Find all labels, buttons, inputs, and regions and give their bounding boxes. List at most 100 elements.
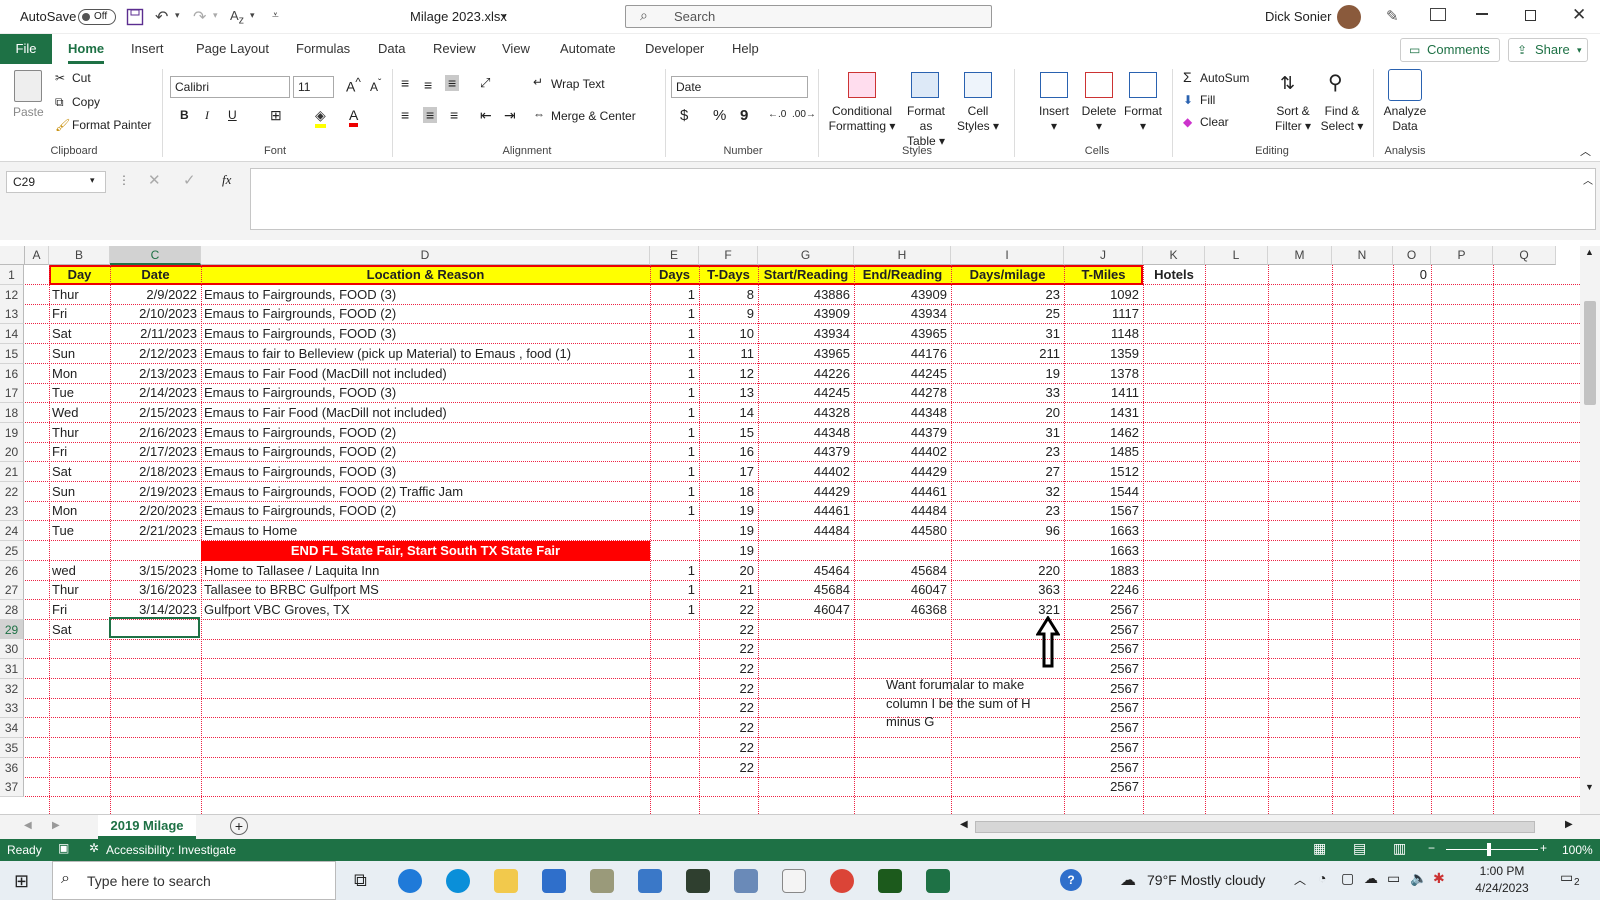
cell-end[interactable]: 43934 (854, 304, 951, 324)
cell-location[interactable]: Emaus to Fairgrounds, FOOD (3) (201, 285, 650, 305)
cell-days-milage[interactable]: 23 (951, 285, 1064, 305)
cell-o1[interactable]: 0 (1393, 265, 1431, 285)
row-header-24[interactable]: 24 (0, 521, 24, 542)
cell-t-days[interactable]: 15 (699, 423, 758, 443)
cell-t-days[interactable]: 10 (699, 324, 758, 344)
column-header-m[interactable]: M (1268, 246, 1332, 265)
wrap-text-button[interactable]: Wrap Text (551, 77, 605, 91)
cell-day[interactable]: Sat (49, 620, 110, 640)
redo-dropdown-icon[interactable]: ▾ (213, 10, 218, 21)
tab-formulas[interactable]: Formulas (296, 41, 350, 56)
cell-days-milage[interactable]: 27 (951, 462, 1064, 482)
align-center-icon[interactable]: ≡ (423, 107, 438, 123)
font-name-dropdown[interactable]: Calibri (170, 76, 290, 98)
cell-start[interactable]: 45684 (758, 580, 854, 600)
formula-input[interactable] (250, 168, 1596, 230)
middle-align-icon[interactable]: ≡ (424, 77, 432, 93)
fill-color-icon[interactable]: ◈ (315, 107, 326, 128)
cell-t-days[interactable]: 11 (699, 344, 758, 364)
cell-days[interactable]: 1 (650, 482, 699, 502)
confirm-entry-icon[interactable]: ✓ (183, 171, 196, 189)
cell-start[interactable]: 44226 (758, 364, 854, 384)
windows-start-icon[interactable]: ⊞ (14, 871, 29, 892)
file-explorer-icon[interactable] (494, 869, 518, 893)
cell-t-miles[interactable]: 2567 (1064, 758, 1143, 778)
font-size-dropdown[interactable]: 11 (293, 76, 334, 98)
redo-icon[interactable]: ↷ (193, 7, 206, 27)
format-cells-button[interactable]: Format ▾ (1117, 104, 1169, 134)
cell-days-milage[interactable]: 96 (951, 521, 1064, 541)
conditional-formatting-icon[interactable] (848, 72, 876, 98)
photos-icon[interactable] (638, 869, 662, 893)
delete-cells-button[interactable]: Delete ▾ (1075, 104, 1123, 134)
cell-location[interactable]: Emaus to Fairgrounds, FOOD (3) (201, 462, 650, 482)
zoom-slider[interactable] (1446, 849, 1538, 850)
row-header-13[interactable]: 13 (0, 304, 24, 325)
analyze-data-icon[interactable] (1388, 69, 1422, 101)
tab-review[interactable]: Review (433, 41, 476, 56)
cell-t-miles[interactable]: 1512 (1064, 462, 1143, 482)
column-header-d[interactable]: D (201, 246, 650, 265)
cell-start[interactable]: 44245 (758, 383, 854, 403)
cell-date[interactable]: 2/13/2023 (110, 364, 201, 384)
tab-automate[interactable]: Automate (560, 41, 616, 56)
save-icon[interactable] (126, 8, 144, 26)
scroll-left-icon[interactable]: ◀ (960, 819, 968, 830)
cell-location[interactable]: Emaus to Fairgrounds, FOOD (3) (201, 324, 650, 344)
column-header-b[interactable]: B (49, 246, 110, 265)
note-textbox[interactable]: Want forumalar to make column I be the s… (886, 676, 1051, 732)
tab-developer[interactable]: Developer (645, 41, 704, 56)
cell-date[interactable]: 3/16/2023 (110, 580, 201, 600)
cell-date[interactable]: 2/18/2023 (110, 462, 201, 482)
formula-options-icon[interactable]: ⋮ (118, 173, 130, 187)
cell-date[interactable]: 2/20/2023 (110, 501, 201, 521)
tab-data[interactable]: Data (378, 41, 405, 56)
cell-styles-icon[interactable] (964, 72, 992, 98)
cell-day[interactable]: Tue (49, 521, 110, 541)
cell-t-days[interactable]: 12 (699, 364, 758, 384)
network-icon[interactable]: ◔ (1318, 870, 1326, 886)
cell-days[interactable]: 1 (650, 423, 699, 443)
cell-start[interactable]: 43965 (758, 344, 854, 364)
cell-days[interactable]: 1 (650, 442, 699, 462)
cell-day[interactable]: Sun (49, 344, 110, 364)
insert-cells-icon[interactable] (1040, 72, 1068, 98)
header-cell-start[interactable]: Start/Reading (758, 265, 854, 285)
increase-indent-icon[interactable]: ⇥ (504, 107, 516, 124)
cancel-entry-icon[interactable]: ✕ (148, 171, 161, 189)
user-name[interactable]: Dick Sonier (1265, 9, 1331, 24)
header-cell-t-days[interactable]: T-Days (699, 265, 758, 285)
scroll-up-icon[interactable]: ▲ (1585, 247, 1594, 257)
cell-days[interactable]: 1 (650, 383, 699, 403)
header-cell-days-milage[interactable]: Days/milage (951, 265, 1064, 285)
ribbon-display-icon[interactable] (1430, 8, 1446, 21)
cell-t-days[interactable]: 22 (699, 698, 758, 718)
format-as-table-button[interactable]: Format as Table ▾ (900, 104, 952, 149)
cell-t-miles[interactable]: 1485 (1064, 442, 1143, 462)
header-cell-hotels[interactable]: Hotels (1143, 265, 1205, 285)
copy-icon[interactable]: ⧉ (55, 95, 64, 110)
sort-filter-button[interactable]: Sort & Filter ▾ (1270, 104, 1316, 134)
scroll-down-icon[interactable]: ▼ (1585, 782, 1594, 792)
zoom-out-icon[interactable]: − (1428, 841, 1435, 855)
cell-end[interactable]: 44245 (854, 364, 951, 384)
sort-filter-icon[interactable]: ⇅ (1280, 73, 1295, 94)
clock-time[interactable]: 1:00 PM (1467, 864, 1537, 878)
cell-day[interactable]: wed (49, 561, 110, 581)
row-header-23[interactable]: 23 (0, 501, 24, 522)
cut-icon[interactable]: ✂ (55, 71, 65, 85)
row-header-21[interactable]: 21 (0, 462, 24, 482)
cell-end[interactable]: 43965 (854, 324, 951, 344)
row-header-22[interactable]: 22 (0, 481, 24, 502)
find-select-button[interactable]: Find & Select ▾ (1318, 104, 1366, 134)
spelling-icon[interactable]: Az (230, 8, 244, 27)
cell-day[interactable]: Sat (49, 462, 110, 482)
cell-days[interactable]: 1 (650, 403, 699, 423)
cell-start[interactable]: 45464 (758, 561, 854, 581)
conditional-formatting-button[interactable]: Conditional Formatting ▾ (826, 104, 898, 134)
calculator-icon[interactable] (734, 869, 758, 893)
analyze-data-button[interactable]: Analyze Data (1380, 104, 1430, 134)
cell-days-milage[interactable]: 211 (951, 344, 1064, 364)
column-header-k[interactable]: K (1143, 246, 1205, 265)
cell-t-days[interactable]: 9 (699, 304, 758, 324)
